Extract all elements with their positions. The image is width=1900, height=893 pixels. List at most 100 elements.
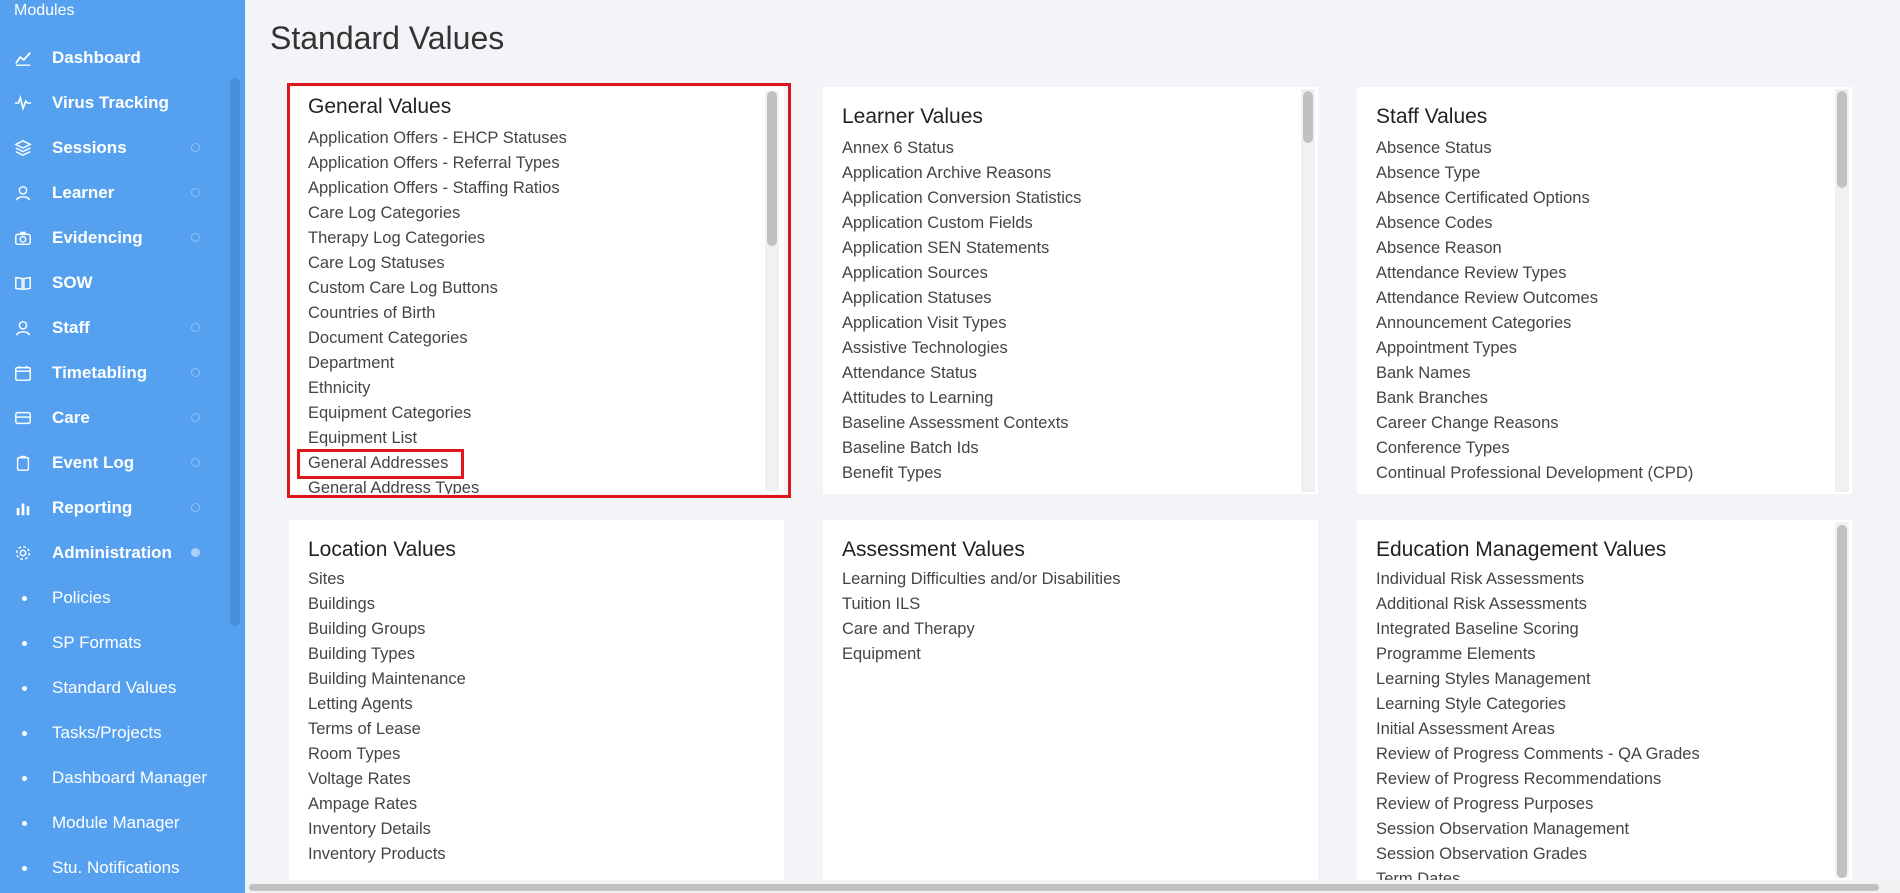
list-item[interactable]: Equipment bbox=[842, 642, 1121, 667]
list-item[interactable]: Terms of Lease bbox=[308, 717, 466, 742]
list-item[interactable]: Absence Certificated Options bbox=[1376, 186, 1693, 211]
sidebar-scrollbar[interactable] bbox=[230, 78, 240, 626]
list-item[interactable]: Application SEN Statements bbox=[842, 236, 1081, 261]
list-item[interactable]: Buildings bbox=[308, 592, 466, 617]
list-item[interactable]: Assistive Technologies bbox=[842, 336, 1081, 361]
list-item[interactable]: Session Observation Grades bbox=[1376, 842, 1700, 867]
list-item[interactable]: Individual Risk Assessments bbox=[1376, 567, 1700, 592]
nav-item-virus-tracking[interactable]: Virus Tracking bbox=[0, 83, 230, 123]
list-item[interactable]: Baseline Batch Ids bbox=[842, 436, 1081, 461]
list-item[interactable]: Term Dates bbox=[1376, 867, 1700, 880]
nav-item-dashboard[interactable]: Dashboard bbox=[0, 38, 230, 78]
list-item[interactable]: Benefit Types bbox=[842, 461, 1081, 486]
list-item[interactable]: Absence Codes bbox=[1376, 211, 1693, 236]
list-item[interactable]: Equipment Categories bbox=[308, 401, 567, 426]
list-item[interactable]: Annex 6 Status bbox=[842, 136, 1081, 161]
list-item[interactable]: Review of Progress Comments - QA Grades bbox=[1376, 742, 1700, 767]
list-item[interactable]: Building Groups bbox=[308, 617, 466, 642]
list-item[interactable]: Therapy Log Categories bbox=[308, 226, 567, 251]
list-item[interactable]: Absence Type bbox=[1376, 161, 1693, 186]
list-item[interactable]: Absence Status bbox=[1376, 136, 1693, 161]
list-item[interactable]: Career Change Reasons bbox=[1376, 411, 1693, 436]
nav-item-staff[interactable]: Staff bbox=[0, 308, 230, 348]
list-item[interactable]: Care and Therapy bbox=[842, 617, 1121, 642]
list-item[interactable]: Inventory Products bbox=[308, 842, 466, 867]
list-item[interactable]: Programme Elements bbox=[1376, 642, 1700, 667]
nav-item-sow[interactable]: SOW bbox=[0, 263, 230, 303]
list-item[interactable]: Attendance Status bbox=[842, 361, 1081, 386]
list-item[interactable]: Letting Agents bbox=[308, 692, 466, 717]
list-item[interactable]: Application Offers - EHCP Statuses bbox=[308, 126, 567, 151]
nav-item-administration[interactable]: Administration bbox=[0, 533, 230, 573]
list-item[interactable]: Continual Professional Development (CPD) bbox=[1376, 461, 1693, 486]
sub-item-tasks-projects[interactable]: Tasks/Projects bbox=[0, 713, 230, 753]
list-item[interactable]: Attendance Review Types bbox=[1376, 261, 1693, 286]
list-item[interactable]: Session Observation Management bbox=[1376, 817, 1700, 842]
list-item[interactable]: Additional Risk Assessments bbox=[1376, 592, 1700, 617]
list-item[interactable]: Application Offers - Staffing Ratios bbox=[308, 176, 567, 201]
list-item[interactable]: Countries of Birth bbox=[308, 301, 567, 326]
sub-item-standard-values[interactable]: Standard Values bbox=[0, 668, 230, 708]
scrollbar-thumb[interactable] bbox=[1303, 91, 1313, 143]
card-scrollbar[interactable] bbox=[765, 91, 779, 491]
list-item[interactable]: Initial Assessment Areas bbox=[1376, 717, 1700, 742]
scrollbar-thumb[interactable] bbox=[249, 884, 1879, 891]
list-item[interactable]: Absence Reason bbox=[1376, 236, 1693, 261]
list-item[interactable]: Learning Styles Management bbox=[1376, 667, 1700, 692]
list-item[interactable]: Integrated Baseline Scoring bbox=[1376, 617, 1700, 642]
list-item[interactable]: Building Types bbox=[308, 642, 466, 667]
list-item[interactable]: Voltage Rates bbox=[308, 767, 466, 792]
list-item[interactable]: Room Types bbox=[308, 742, 466, 767]
card-scrollbar[interactable] bbox=[1301, 89, 1315, 492]
list-item[interactable]: Ethnicity bbox=[308, 376, 567, 401]
list-item[interactable]: Building Maintenance bbox=[308, 667, 466, 692]
list-item[interactable]: Inventory Details bbox=[308, 817, 466, 842]
list-item[interactable]: Bank Names bbox=[1376, 361, 1693, 386]
list-item[interactable]: Attitudes to Learning bbox=[842, 386, 1081, 411]
list-item[interactable]: Equipment List bbox=[308, 426, 567, 451]
list-item[interactable]: Application Archive Reasons bbox=[842, 161, 1081, 186]
list-item[interactable]: Document Categories bbox=[308, 326, 567, 351]
list-item[interactable]: Care Log Statuses bbox=[308, 251, 567, 276]
sub-item-dashboard-manager[interactable]: Dashboard Manager bbox=[0, 758, 230, 798]
sub-item-sp-formats[interactable]: SP Formats bbox=[0, 623, 230, 663]
nav-item-timetabling[interactable]: Timetabling bbox=[0, 353, 230, 393]
horizontal-scrollbar[interactable] bbox=[245, 881, 1900, 893]
list-item[interactable]: Review of Progress Purposes bbox=[1376, 792, 1700, 817]
list-item[interactable]: Conference Types bbox=[1376, 436, 1693, 461]
list-item[interactable]: Application Offers - Referral Types bbox=[308, 151, 567, 176]
list-item[interactable]: Custom Care Log Buttons bbox=[308, 276, 567, 301]
scrollbar-thumb[interactable] bbox=[767, 91, 777, 246]
list-item[interactable]: Learning Style Categories bbox=[1376, 692, 1700, 717]
list-item[interactable]: General Address Types bbox=[308, 476, 567, 494]
list-item[interactable]: Announcement Categories bbox=[1376, 311, 1693, 336]
nav-item-event-log[interactable]: Event Log bbox=[0, 443, 230, 483]
list-item[interactable]: General Addresses bbox=[308, 451, 567, 476]
list-item[interactable]: Sites bbox=[308, 567, 466, 592]
nav-item-evidencing[interactable]: Evidencing bbox=[0, 218, 230, 258]
list-item[interactable]: Appointment Types bbox=[1376, 336, 1693, 361]
nav-item-sessions[interactable]: Sessions bbox=[0, 128, 230, 168]
list-item[interactable]: Department bbox=[308, 351, 567, 376]
nav-item-reporting[interactable]: Reporting bbox=[0, 488, 230, 528]
card-scrollbar[interactable] bbox=[1835, 89, 1849, 492]
list-item[interactable]: Application Visit Types bbox=[842, 311, 1081, 336]
sub-item-stu-notifications[interactable]: Stu. Notifications bbox=[0, 848, 230, 888]
list-item[interactable]: Application Sources bbox=[842, 261, 1081, 286]
list-item[interactable]: Learning Difficulties and/or Disabilitie… bbox=[842, 567, 1121, 592]
list-item[interactable]: Application Custom Fields bbox=[842, 211, 1081, 236]
sub-item-module-manager[interactable]: Module Manager bbox=[0, 803, 230, 843]
list-item[interactable]: Baseline Assessment Contexts bbox=[842, 411, 1081, 436]
scrollbar-thumb[interactable] bbox=[1837, 525, 1847, 878]
list-item[interactable]: Care Log Categories bbox=[308, 201, 567, 226]
nav-item-learner[interactable]: Learner bbox=[0, 173, 230, 213]
list-item[interactable]: Bank Branches bbox=[1376, 386, 1693, 411]
list-item[interactable]: Tuition ILS bbox=[842, 592, 1121, 617]
list-item[interactable]: Application Statuses bbox=[842, 286, 1081, 311]
list-item[interactable]: Ampage Rates bbox=[308, 792, 466, 817]
nav-item-care[interactable]: Care bbox=[0, 398, 230, 438]
list-item[interactable]: Application Conversion Statistics bbox=[842, 186, 1081, 211]
scrollbar-thumb[interactable] bbox=[1837, 91, 1847, 188]
list-item[interactable]: Attendance Review Outcomes bbox=[1376, 286, 1693, 311]
card-scrollbar[interactable] bbox=[1835, 522, 1849, 878]
